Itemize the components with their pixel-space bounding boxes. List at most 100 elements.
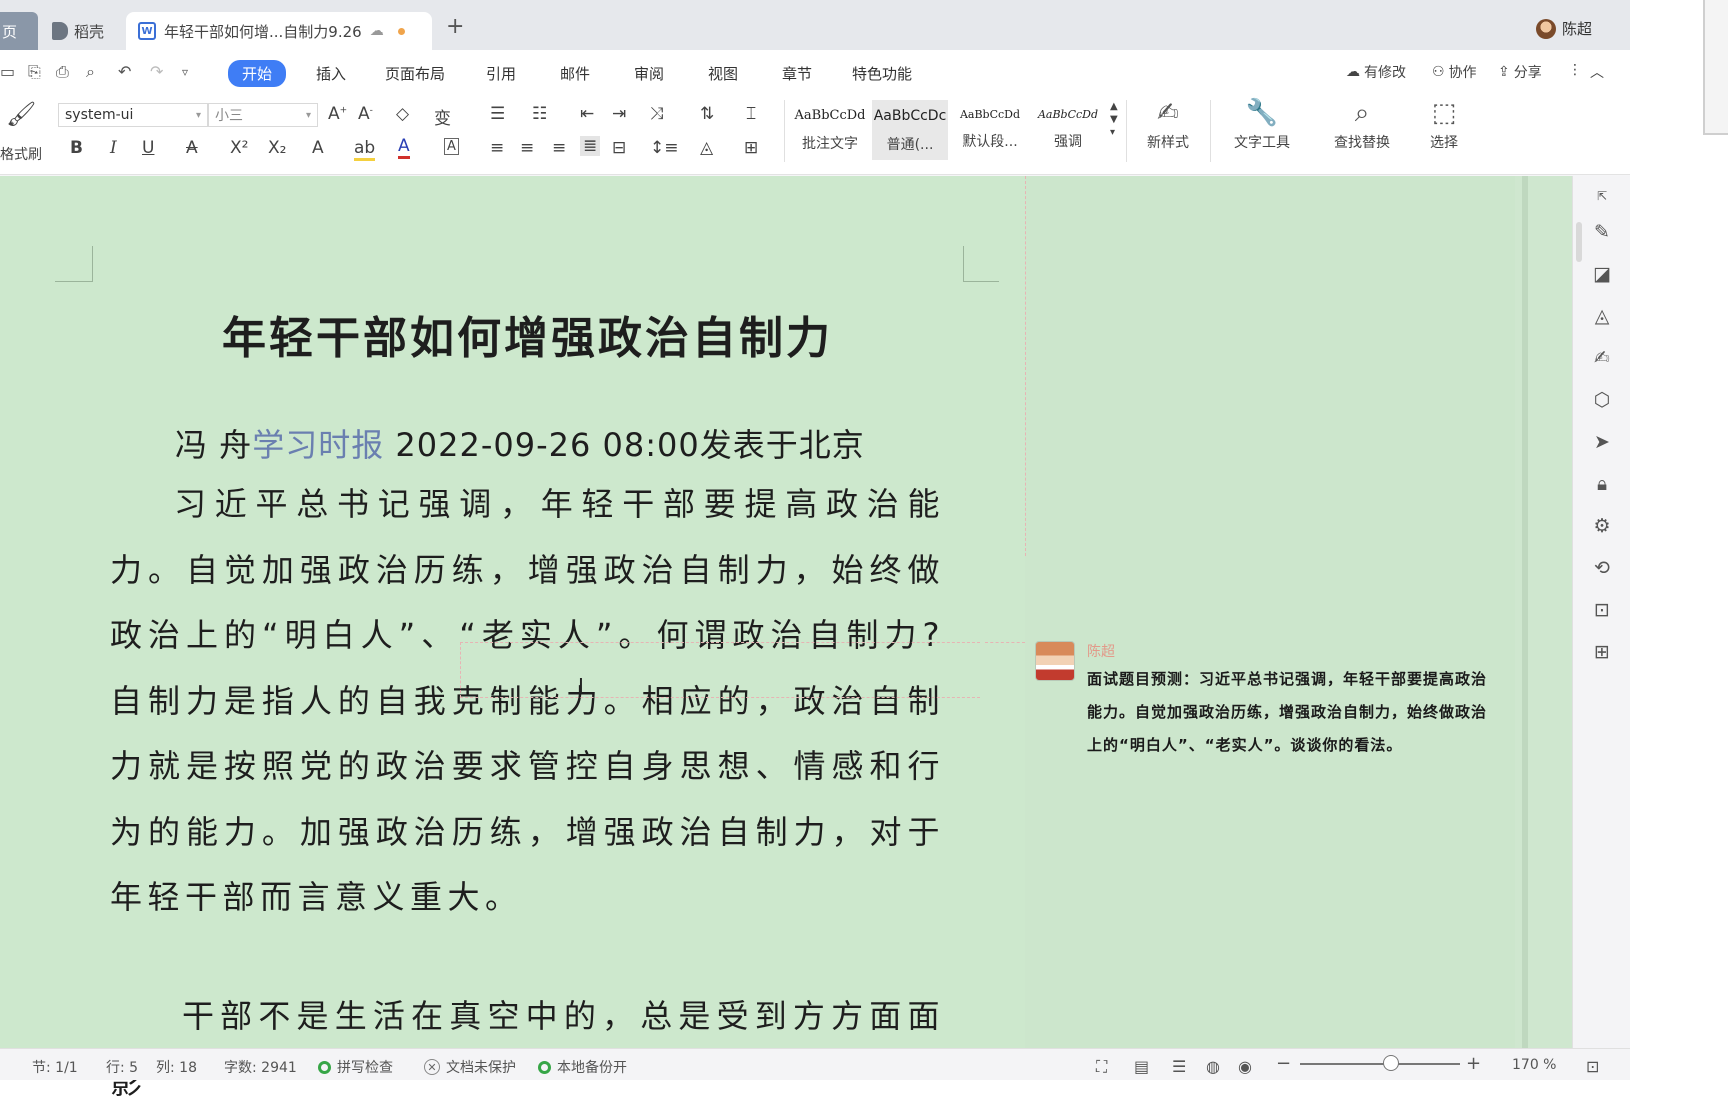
justify-icon[interactable]: ≣ [580,136,601,156]
fullscreen-icon[interactable]: ⛶ [1096,1057,1107,1077]
web-view-icon[interactable]: ◍ [1206,1057,1220,1076]
new-style-button[interactable]: ✍ 新样式 [1136,98,1200,152]
eye-protection-icon[interactable]: ◉ [1238,1057,1252,1076]
decrease-indent-icon[interactable]: ⇤ [580,104,594,124]
history-icon[interactable]: ⟲ [1590,556,1614,580]
export-pdf-icon[interactable]: ⎘ [28,62,41,82]
increase-indent-icon[interactable]: ⇥ [612,104,626,124]
text-direction-icon[interactable]: ⤨ [650,104,664,124]
show-marks-icon[interactable]: ⌶ [746,104,756,124]
align-right-icon[interactable]: ≡ [552,138,566,158]
phonetic-icon[interactable]: 变 [434,104,451,129]
adjust-icon[interactable]: ⚙ [1590,514,1614,538]
right-sidebar: ⇱ ✎ ◪ ◬ ✍ ⬡ ➤ 🔒︎ ⚙ ⟲ ⊡ ⊞ [1572,176,1630,1048]
print-icon[interactable]: ⎙ [56,62,69,82]
menu-review[interactable]: 审阅 [620,60,678,87]
zoom-slider-handle[interactable] [1383,1055,1399,1071]
tab-home-label: 页 [2,22,18,41]
style-default-paragraph[interactable]: AaBbCcDd 默认段... [952,100,1028,160]
document-canvas[interactable]: 年轻干部如何增强政治自制力 冯 舟学习时报 2022-09-26 08:00发表… [0,176,1572,1101]
image-icon[interactable]: ⊞ [1590,640,1614,664]
shading-icon[interactable]: ◬ [700,138,713,158]
distributed-icon[interactable]: ⊟ [612,138,626,158]
doc-protect-button[interactable]: ✕ 文档未保护 [424,1057,516,1077]
menu-insert[interactable]: 插入 [302,60,360,87]
grow-font-icon[interactable]: A+ [328,104,347,124]
italic-icon[interactable]: I [110,138,117,158]
bullet-list-icon[interactable]: ☰ [490,104,505,124]
new-tab-button[interactable]: + [446,14,464,39]
sort-icon[interactable]: ⇅ [700,104,714,124]
align-center-icon[interactable]: ≡ [520,138,534,158]
document-page[interactable]: 年轻干部如何增强政治自制力 冯 舟学习时报 2022-09-26 08:00发表… [0,176,1025,1101]
menu-start[interactable]: 开始 [228,60,287,87]
zoom-out-button[interactable]: − [1276,1053,1291,1074]
share-button[interactable]: ⇪ 分享 [1498,62,1542,82]
numbered-list-icon[interactable]: ☷ [532,104,547,124]
find-replace-button[interactable]: ⌕ 查找替换 [1320,98,1404,152]
status-word-count[interactable]: 字数: 2941 [224,1057,297,1077]
menu-special[interactable]: 特色功能 [838,60,926,87]
page-view-icon[interactable]: ▤ [1134,1057,1149,1076]
lock-icon[interactable]: 🔒︎ [1590,472,1614,496]
align-left-icon[interactable]: ≡ [490,138,504,158]
shrink-font-icon[interactable]: A- [358,104,373,124]
save-icon[interactable]: ▭ [0,62,15,81]
line-spacing-icon[interactable]: ↕≡ [650,138,679,158]
font-name-select[interactable]: system-ui ▾ [58,103,208,127]
modified-button[interactable]: ☁ 有修改 [1346,62,1406,82]
zoom-level[interactable]: 170 % [1512,1057,1556,1073]
cursor-icon[interactable]: ➤ [1590,430,1614,454]
undo-icon[interactable]: ↶ [118,62,131,81]
more-icon[interactable]: ⋮ [1568,62,1582,78]
contact-icon[interactable]: ⊡ [1590,598,1614,622]
shapes-icon[interactable]: ◪ [1590,262,1614,286]
tab-home[interactable]: 页 [0,12,38,50]
vertical-scrollbar[interactable] [1522,176,1572,1048]
sidebar-scroll-thumb[interactable] [1576,222,1582,262]
outline-view-icon[interactable]: ☰ [1172,1057,1186,1076]
clear-format-icon[interactable]: ◇ [396,104,409,124]
select-button[interactable]: ⬚ 选择 [1414,98,1474,152]
settings-hex-icon[interactable]: ⬡ [1590,388,1614,412]
menu-page-layout[interactable]: 页面布局 [371,60,459,87]
menu-mail[interactable]: 邮件 [546,60,604,87]
font-size-select[interactable]: 小三 ▾ [208,103,318,127]
highlight-icon[interactable]: ab [354,138,376,161]
print-preview-icon[interactable]: ⌕ [86,62,95,82]
format-painter-icon[interactable]: 🖌 [6,100,36,128]
subscript-icon[interactable]: X₂ [268,138,286,158]
font-color-icon[interactable]: A [398,136,410,159]
style-comment-text[interactable]: AaBbCcDd 批注文字 [792,100,868,160]
menu-view[interactable]: 视图 [694,60,752,87]
zoom-slider[interactable] [1300,1063,1460,1065]
tab-document[interactable]: W 年轻干部如何增...自制力9.26 ☁ [126,12,432,50]
collapse-ribbon-icon[interactable]: ︿ [1590,62,1604,82]
collab-button[interactable]: ⚇ 协作 [1432,62,1477,82]
bold-icon[interactable]: B [70,138,83,158]
style-normal[interactable]: AaBbCcDc 普通(... [872,100,948,160]
char-border-icon[interactable]: A [444,138,459,155]
zoom-in-button[interactable]: + [1466,1053,1481,1074]
menu-chapter[interactable]: 章节 [768,60,826,87]
user-account[interactable]: 陈超 [1535,18,1592,39]
style-scroll-icon[interactable]: ▲ ▼ ▾ [1110,100,1118,139]
quick-access-more-icon[interactable]: ▿ [182,65,188,79]
style-emphasis[interactable]: AaBbCcDd 强调 [1030,100,1106,160]
pin-icon[interactable]: ⇱ [1590,184,1614,208]
strikethrough-icon[interactable]: A [186,138,198,158]
text-effect-icon[interactable]: A [312,138,324,158]
borders-icon[interactable]: ⊞ [744,138,758,158]
pen-icon[interactable]: ✎ [1590,220,1614,244]
menu-references[interactable]: 引用 [472,60,530,87]
spell-check-button[interactable]: 拼写检查 [318,1057,393,1077]
redo-icon[interactable]: ↷ [150,62,163,81]
tab-daoke[interactable]: 稻壳 [42,12,122,50]
backup-button[interactable]: 本地备份开 [538,1057,627,1077]
fill-icon[interactable]: ◬ [1590,304,1614,328]
superscript-icon[interactable]: X² [230,138,248,158]
text-tools-button[interactable]: 🔧 文字工具 [1222,98,1302,152]
underline-icon[interactable]: U [142,138,154,158]
fit-page-icon[interactable]: ⊡ [1586,1057,1599,1076]
edit-doc-icon[interactable]: ✍ [1590,346,1614,370]
